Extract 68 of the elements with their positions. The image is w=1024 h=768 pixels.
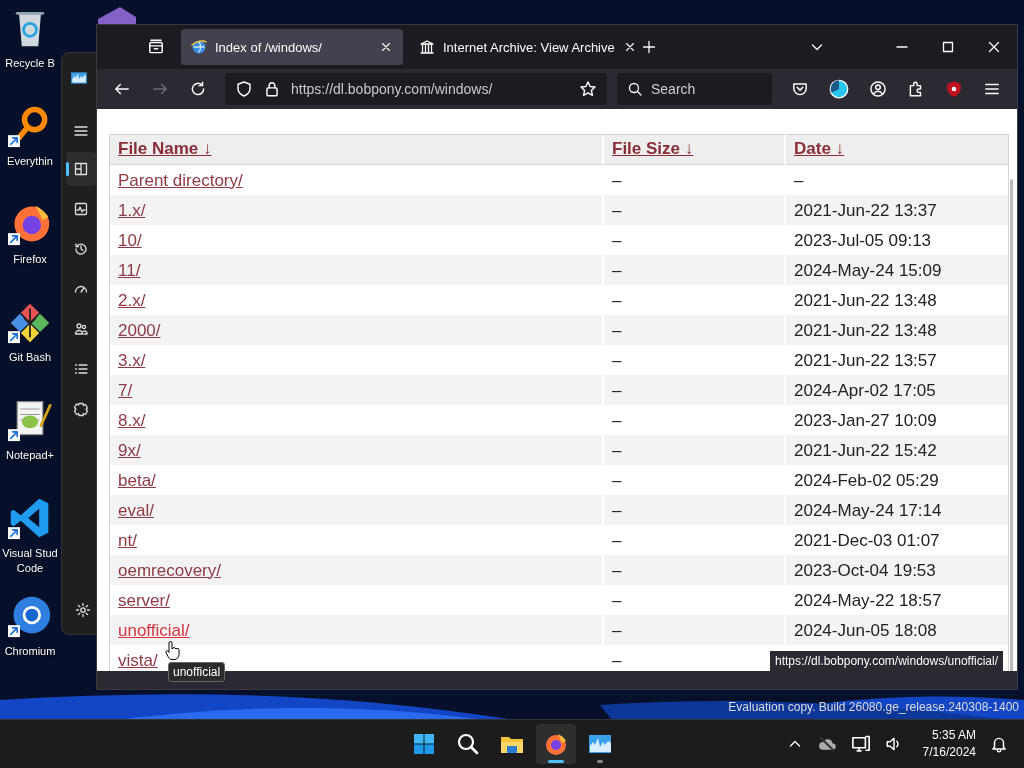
folder-link[interactable]: 10/ xyxy=(118,230,142,250)
table-cell: – xyxy=(612,410,622,430)
table-cell: – xyxy=(612,500,622,520)
column-header-link[interactable]: File Name ↓ xyxy=(118,139,212,158)
table-cell: – xyxy=(612,650,622,670)
folder-link[interactable]: unofficial/ xyxy=(118,620,190,640)
search-field[interactable]: Search xyxy=(617,73,772,105)
folder-link[interactable]: oemrecovery/ xyxy=(118,560,221,580)
table-cell: 2023-Oct-04 19:53 xyxy=(794,560,936,580)
table-cell: – xyxy=(612,290,622,310)
folder-link[interactable]: 7/ xyxy=(118,380,133,400)
desktop-icon-label: Firefox xyxy=(12,252,48,267)
desktop-icon-label: Git Bash xyxy=(7,350,53,365)
table-cell: 2024-May-24 17:14 xyxy=(794,500,942,520)
clock-time[interactable]: 5:35 AM xyxy=(931,727,976,744)
table-cell: 2024-Jun-05 18:08 xyxy=(794,620,937,640)
table-cell: – xyxy=(612,590,622,610)
table-cell: – xyxy=(612,170,622,190)
folder-link[interactable]: nt/ xyxy=(118,530,137,550)
folder-link[interactable]: 1.x/ xyxy=(118,200,146,220)
table-cell: – xyxy=(612,470,622,490)
table-cell: 2024-Apr-02 17:05 xyxy=(794,380,936,400)
table-cell: – xyxy=(612,350,622,370)
table-cell: 2024-May-22 18:57 xyxy=(794,590,942,610)
table-cell: – xyxy=(612,260,622,280)
table-cell: – xyxy=(612,530,622,550)
table-cell: 2023-Jul-05 09:13 xyxy=(794,230,932,250)
desktop-icon-label: Recycle B xyxy=(4,56,56,71)
address-bar[interactable]: https://dl.bobpony.com/windows/ xyxy=(225,73,607,105)
clock-date[interactable]: 7/16/2024 xyxy=(922,744,976,761)
folder-link[interactable]: server/ xyxy=(118,590,170,610)
column-header-link[interactable]: Date ↓ xyxy=(794,139,845,158)
table-cell: 2024-May-24 15:09 xyxy=(794,260,942,280)
folder-link[interactable]: 2.x/ xyxy=(118,290,146,310)
table-cell: – xyxy=(612,380,622,400)
table-cell: – xyxy=(612,230,622,250)
folder-link[interactable]: 3.x/ xyxy=(118,350,146,370)
folder-link[interactable]: eval/ xyxy=(118,500,154,520)
watermark-text: Evaluation copy. Build 26080.ge_release.240308-1400 xyxy=(728,700,1019,714)
status-url: https://dl.bobpony.com/windows/unofficial/ xyxy=(770,651,1003,671)
desktop-icon-label: Visual Stud Code xyxy=(1,546,59,576)
table-cell: – xyxy=(794,170,804,190)
table-cell: – xyxy=(612,440,622,460)
table-cell: 2023-Jan-27 10:09 xyxy=(794,410,937,430)
desktop-icon-label: Chromium xyxy=(3,644,57,659)
tooltip: unofficial xyxy=(168,662,226,682)
table-cell: 2021-Jun-22 15:42 xyxy=(794,440,937,460)
table-cell: 2021-Dec-03 01:07 xyxy=(794,530,940,550)
table-cell: 2021-Jun-22 13:48 xyxy=(794,290,937,310)
folder-link[interactable]: Parent directory/ xyxy=(118,170,243,190)
folder-link[interactable]: 9x/ xyxy=(118,440,141,460)
table-cell: – xyxy=(612,200,622,220)
folder-link[interactable]: 2000/ xyxy=(118,320,161,340)
browser-tab[interactable]: Internet Archive: View Archive xyxy=(409,29,623,65)
desktop-icon-label: Everythin xyxy=(6,154,54,169)
table-cell: 2024-Feb-02 05:29 xyxy=(794,470,939,490)
folder-link[interactable]: 8.x/ xyxy=(118,410,146,430)
table-cell: 2021-Jun-22 13:57 xyxy=(794,350,937,370)
folder-link[interactable]: vista/ xyxy=(118,650,158,670)
browser-tab[interactable]: Index of /windows/ xyxy=(181,29,403,65)
folder-link[interactable]: beta/ xyxy=(118,470,156,490)
table-cell: – xyxy=(612,560,622,580)
table-cell: – xyxy=(612,320,622,340)
table-cell: 2021-Jun-22 13:37 xyxy=(794,200,937,220)
desktop-icon-label: Notepad+ xyxy=(5,448,55,463)
table-cell: – xyxy=(612,620,622,640)
table-cell: 2021-Jun-22 13:48 xyxy=(794,320,937,340)
folder-link[interactable]: 11/ xyxy=(118,260,141,280)
